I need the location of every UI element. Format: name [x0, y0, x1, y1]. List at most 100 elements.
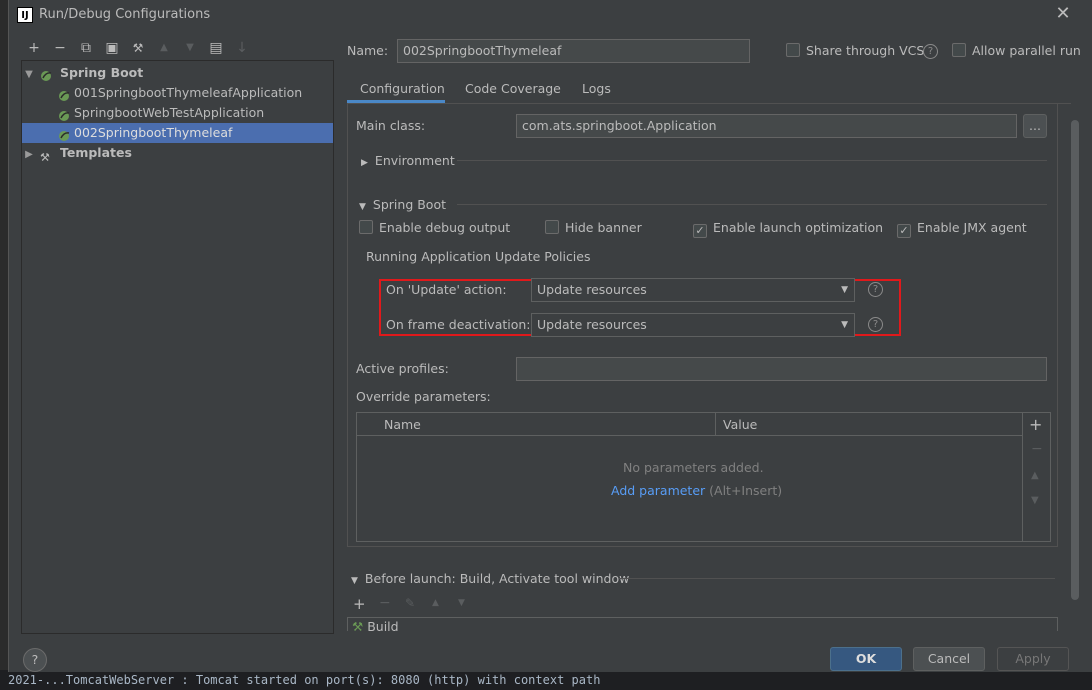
allow-parallel-checkbox[interactable]: Allow parallel run: [952, 43, 1081, 58]
copy-config-icon[interactable]: ⧉: [76, 38, 96, 58]
checkbox-label: Allow parallel run: [972, 43, 1081, 58]
expand-arrow-icon: ▼: [359, 202, 366, 212]
wrench-icon: ⚒: [39, 150, 50, 164]
spring-boot-icon: [58, 88, 72, 101]
launch-optimization-checkbox[interactable]: ✓ Enable launch optimization: [693, 220, 883, 238]
window-title: Run/Debug Configurations: [39, 7, 211, 22]
help-icon[interactable]: ?: [868, 317, 883, 332]
hide-banner-checkbox[interactable]: Hide banner: [545, 220, 642, 235]
environment-section-toggle[interactable]: ▶ Environment: [361, 153, 455, 168]
empty-table-message: No parameters added.: [623, 460, 764, 475]
tree-item-001[interactable]: 001SpringbootThymeleafApplication: [22, 83, 333, 103]
tab-code-coverage[interactable]: Code Coverage: [465, 74, 561, 104]
column-divider: [715, 413, 716, 436]
section-label: Spring Boot: [372, 197, 447, 212]
section-divider: [619, 578, 1055, 579]
remove-row-icon[interactable]: −: [1031, 441, 1043, 457]
column-header-value[interactable]: Value: [723, 417, 757, 432]
move-up-icon[interactable]: ▲: [154, 38, 174, 58]
policies-title: Running Application Update Policies: [366, 249, 591, 264]
chevron-down-icon: ▼: [841, 320, 848, 330]
apply-button[interactable]: Apply: [997, 647, 1069, 671]
checkbox-label: Share through VCS: [806, 43, 925, 58]
frame-deactivation-label: On frame deactivation:: [386, 317, 531, 332]
tree-label: 001SpringbootThymeleafApplication: [74, 85, 303, 100]
checkbox-box[interactable]: [952, 43, 966, 57]
tree-node-templates[interactable]: ▶ ⚒ Templates: [22, 143, 333, 165]
update-action-dropdown[interactable]: Update resources ▼: [531, 278, 855, 302]
checkbox-box[interactable]: [359, 220, 373, 234]
add-task-icon[interactable]: +: [353, 595, 366, 613]
checkbox-label: Hide banner: [565, 220, 642, 235]
update-action-label: On 'Update' action:: [386, 282, 507, 297]
tree-item-002-selected[interactable]: 002SpringbootThymeleaf: [22, 123, 333, 143]
active-profiles-label: Active profiles:: [356, 361, 449, 376]
edit-task-icon[interactable]: ✎: [405, 596, 415, 610]
expand-arrow-icon[interactable]: ▼: [22, 65, 36, 85]
scrollbar[interactable]: [1071, 120, 1079, 600]
tab-logs[interactable]: Logs: [582, 74, 611, 104]
spring-boot-icon: [40, 68, 54, 81]
checkbox-checked[interactable]: ✓: [897, 224, 911, 238]
title-bar: IJ Run/Debug Configurations ✕: [9, 0, 1092, 30]
sort-icon[interactable]: ↓: [232, 38, 252, 58]
frame-deactivation-dropdown[interactable]: Update resources ▼: [531, 313, 855, 337]
help-button[interactable]: ?: [23, 648, 47, 672]
jmx-agent-checkbox[interactable]: ✓ Enable JMX agent: [897, 220, 1027, 238]
collapse-arrow-icon[interactable]: ▶: [22, 145, 36, 165]
section-divider: [457, 160, 1047, 161]
section-label: Before launch: Build, Activate tool wind…: [364, 571, 630, 586]
tree-node-spring-boot[interactable]: ▼ Spring Boot: [22, 63, 333, 83]
column-header-name[interactable]: Name: [384, 417, 421, 432]
help-icon[interactable]: ?: [868, 282, 883, 297]
background-console: 2021-...TomcatWebServer : Tomcat started…: [0, 670, 1092, 690]
override-parameters-label: Override parameters:: [356, 389, 491, 404]
task-label: Build: [367, 619, 399, 631]
checkbox-box[interactable]: [786, 43, 800, 57]
move-up-icon[interactable]: ▲: [432, 598, 439, 608]
cancel-button[interactable]: Cancel: [913, 647, 985, 671]
move-down-icon[interactable]: ▼: [1031, 495, 1039, 506]
move-down-icon[interactable]: ▼: [458, 598, 465, 608]
add-row-icon[interactable]: +: [1029, 415, 1042, 434]
move-up-icon[interactable]: ▲: [1031, 470, 1039, 481]
enable-debug-checkbox[interactable]: Enable debug output: [359, 220, 510, 235]
add-parameter-row: Add parameter (Alt+Insert): [611, 483, 782, 498]
folder-icon[interactable]: ▤: [206, 38, 226, 58]
override-parameters-table: Name Value No parameters added. Add para…: [356, 412, 1051, 542]
save-config-icon[interactable]: ▣: [102, 38, 122, 58]
tree-label: Spring Boot: [59, 65, 144, 80]
dropdown-value: Update resources: [537, 282, 647, 297]
intellij-icon: IJ: [17, 7, 33, 23]
list-item[interactable]: ⚒ Build: [352, 619, 399, 631]
before-launch-toggle[interactable]: ▼ Before launch: Build, Activate tool win…: [351, 571, 629, 586]
spring-boot-icon: [58, 108, 72, 121]
share-vcs-checkbox[interactable]: Share through VCS: [786, 43, 924, 58]
checkbox-box[interactable]: [545, 220, 559, 234]
remove-config-button[interactable]: −: [50, 38, 70, 58]
name-field[interactable]: 002SpringbootThymeleaf: [397, 39, 750, 63]
collapse-arrow-icon: ▶: [361, 158, 368, 168]
wrench-icon[interactable]: ⚒: [128, 38, 148, 58]
spring-boot-section-toggle[interactable]: ▼ Spring Boot: [359, 197, 446, 212]
shortcut-hint: (Alt+Insert): [709, 483, 783, 498]
browse-main-class-button[interactable]: ...: [1023, 114, 1047, 138]
help-icon[interactable]: ?: [923, 44, 938, 59]
add-parameter-link[interactable]: Add parameter: [611, 483, 705, 498]
tree-item-webtest[interactable]: SpringbootWebTestApplication: [22, 103, 333, 123]
main-class-field[interactable]: com.ats.springboot.Application: [516, 114, 1017, 138]
ok-button[interactable]: OK: [830, 647, 902, 671]
expand-arrow-icon: ▼: [351, 576, 358, 586]
active-profiles-field[interactable]: [516, 357, 1047, 381]
chevron-down-icon: ▼: [841, 285, 848, 295]
table-header: [357, 413, 1022, 436]
remove-task-icon[interactable]: −: [379, 595, 391, 611]
checkbox-label: Enable launch optimization: [713, 220, 884, 235]
close-icon[interactable]: ✕: [1053, 4, 1073, 24]
checkbox-checked[interactable]: ✓: [693, 224, 707, 238]
move-down-icon[interactable]: ▼: [180, 38, 200, 58]
checkbox-label: Enable debug output: [379, 220, 511, 235]
section-label: Environment: [374, 153, 455, 168]
add-config-button[interactable]: +: [24, 38, 44, 58]
main-class-label: Main class:: [356, 118, 426, 133]
